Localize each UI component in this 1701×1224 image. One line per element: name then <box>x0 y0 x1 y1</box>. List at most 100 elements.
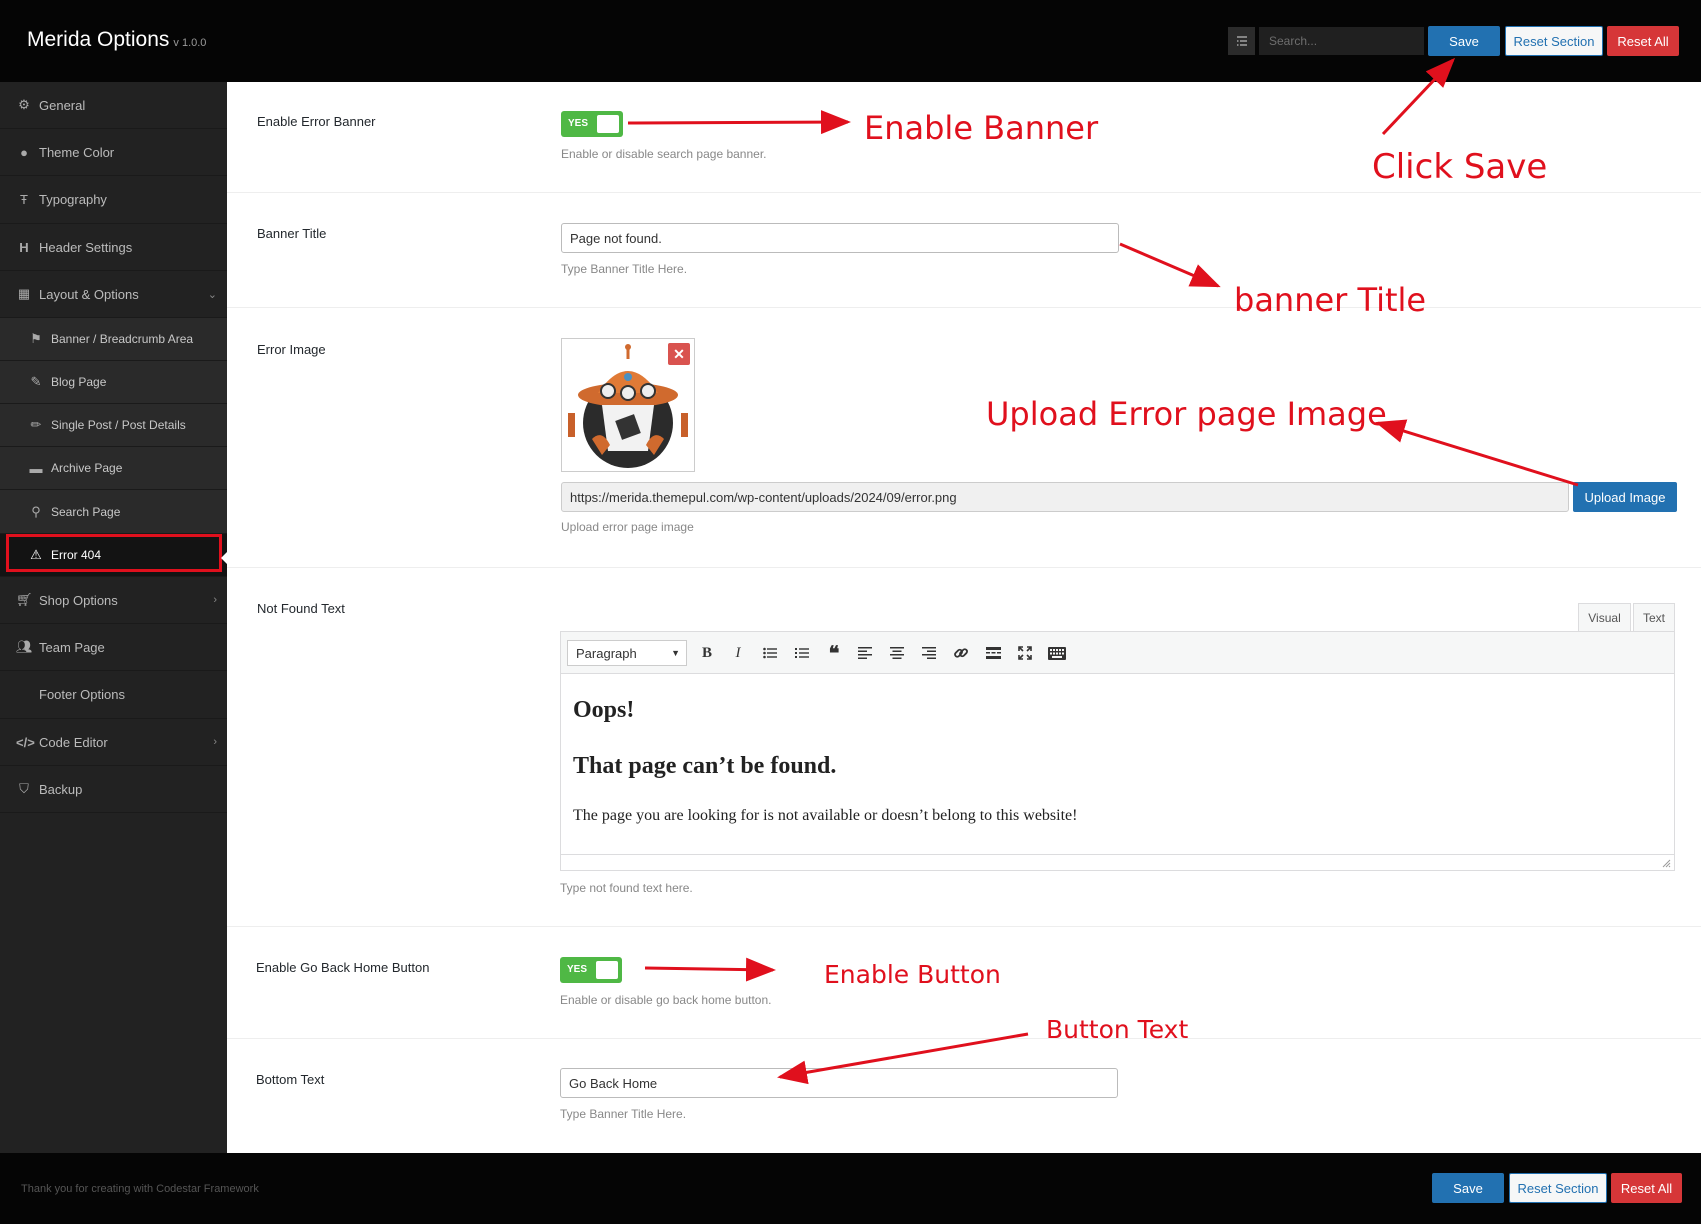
sidebar-subitem-blog-page[interactable]: ✎ Blog Page <box>0 361 227 404</box>
bottom-text-input[interactable] <box>560 1068 1118 1098</box>
resize-handle-icon[interactable] <box>1661 858 1671 868</box>
upload-image-button[interactable]: Upload Image <box>1573 482 1677 512</box>
insert-link-button[interactable] <box>949 642 973 664</box>
heading-icon: H <box>19 239 29 255</box>
align-left-button[interactable] <box>853 642 877 664</box>
text-height-icon: Ŧ <box>20 192 28 207</box>
sidebar-item-team-page[interactable]: 👥︎ Team Page <box>0 624 227 671</box>
annotation-enable-banner: Enable Banner <box>864 109 1099 147</box>
blockquote-button[interactable]: ❝ <box>822 642 846 665</box>
toggle-knob <box>596 961 618 979</box>
annotation-button-text: Button Text <box>1046 1015 1189 1044</box>
chevron-right-icon: › <box>213 594 217 606</box>
footer-credit: Thank you for creating with Codestar Fra… <box>21 1183 259 1195</box>
sidebar-item-label: Code Editor <box>39 734 108 750</box>
sidebar-item-label: Typography <box>39 192 107 207</box>
divider <box>227 192 1701 193</box>
sidebar-subitem-single-post[interactable]: ✏ Single Post / Post Details <box>0 404 227 447</box>
numbered-list-icon <box>795 648 809 658</box>
format-select[interactable]: Paragraph ▼ <box>567 640 687 666</box>
enable-go-back-toggle[interactable]: YES <box>560 957 622 983</box>
field-desc: Type Banner Title Here. <box>560 1107 687 1121</box>
format-select-value: Paragraph <box>576 645 637 661</box>
sidebar-item-label: Search Page <box>51 504 121 519</box>
editor-toolbar: Paragraph ▼ B I ❝ <box>561 632 1674 674</box>
sidebar-item-footer-options[interactable]: Footer Options <box>0 671 227 719</box>
tab-text[interactable]: Text <box>1633 603 1675 632</box>
rich-text-editor[interactable]: Paragraph ▼ B I ❝ Oops! That page can’t … <box>560 631 1675 871</box>
sidebar-item-backup[interactable]: ⛉ Backup <box>0 766 227 813</box>
align-right-button[interactable] <box>917 642 941 664</box>
link-icon <box>954 648 968 658</box>
fullscreen-icon <box>1018 646 1032 660</box>
users-icon: 👥︎ <box>16 639 33 654</box>
palette-icon: ● <box>20 144 28 160</box>
sidebar-item-code-editor[interactable]: </> Code Editor › <box>0 719 227 766</box>
gears-icon: ⚙ <box>18 97 30 112</box>
flag-icon: ⚑ <box>30 331 42 346</box>
field-title-not-found-text: Not Found Text <box>257 601 345 616</box>
error-image-url-input[interactable] <box>561 482 1569 512</box>
toolbar-toggle-button[interactable] <box>1045 642 1069 664</box>
fullscreen-button[interactable] <box>1013 642 1037 664</box>
reset-section-button[interactable]: Reset Section <box>1505 26 1603 56</box>
field-desc: Upload error page image <box>561 520 694 534</box>
brand-title: Merida Options <box>27 28 170 51</box>
sidebar-item-layout-options[interactable]: ▦ Layout & Options ⌄ <box>0 271 227 318</box>
footer-reset-section-button[interactable]: Reset Section <box>1509 1173 1607 1203</box>
pencil-icon: ✏ <box>30 417 42 432</box>
expand-all-button[interactable] <box>1228 27 1255 55</box>
sidebar-item-shop-options[interactable]: 🛒︎ Shop Options › <box>0 577 227 624</box>
search-input[interactable] <box>1259 27 1424 55</box>
sidebar-item-label: Shop Options <box>39 592 118 608</box>
sidebar-item-general[interactable]: ⚙ General <box>0 82 227 129</box>
toggle-knob <box>597 115 619 133</box>
close-icon: ✕ <box>673 345 685 362</box>
annotation-banner-title: banner Title <box>1234 281 1427 319</box>
footer: Thank you for creating with Codestar Fra… <box>0 1153 1701 1224</box>
code-icon: </> <box>16 734 35 750</box>
numbered-list-button[interactable] <box>790 642 814 664</box>
editor-heading-1: Oops! <box>573 697 635 723</box>
reset-all-button[interactable]: Reset All <box>1607 26 1679 56</box>
editor-status-bar <box>561 854 1674 870</box>
editor-content[interactable]: Oops! That page can’t be found. The page… <box>561 675 1674 855</box>
search-icon: ⚲ <box>31 503 41 519</box>
sidebar-item-typography[interactable]: Ŧ Typography <box>0 176 227 224</box>
sidebar-item-header-settings[interactable]: H Header Settings <box>0 224 227 271</box>
field-title-error-image: Error Image <box>257 342 326 357</box>
sidebar-subitem-search-page[interactable]: ⚲ Search Page <box>0 490 227 534</box>
sidebar-item-label: Banner / Breadcrumb Area <box>51 332 194 346</box>
version-label: v 1.0.0 <box>173 37 207 49</box>
align-center-button[interactable] <box>885 642 909 664</box>
sidebar-item-label: Header Settings <box>39 239 133 255</box>
bold-button[interactable]: B <box>695 642 719 664</box>
read-more-button[interactable] <box>981 642 1005 664</box>
save-button[interactable]: Save <box>1428 26 1500 56</box>
enable-error-banner-toggle[interactable]: YES <box>561 111 623 137</box>
tab-visual[interactable]: Visual <box>1578 603 1631 632</box>
bullet-list-button[interactable] <box>758 642 782 664</box>
edit-icon: ✎ <box>30 374 42 389</box>
sidebar-item-label: Layout & Options <box>39 286 139 302</box>
banner-title-input[interactable] <box>561 223 1119 253</box>
field-title-enable-error-banner: Enable Error Banner <box>257 114 376 129</box>
sidebar-subitem-archive-page[interactable]: ▬ Archive Page <box>0 447 227 490</box>
footer-save-button[interactable]: Save <box>1432 1173 1504 1203</box>
field-desc: Type Banner Title Here. <box>561 262 688 276</box>
sidebar-item-theme-color[interactable]: ● Theme Color <box>0 129 227 176</box>
field-desc: Enable or disable go back home button. <box>560 993 772 1007</box>
footer-reset-all-button[interactable]: Reset All <box>1611 1173 1682 1203</box>
divider <box>227 926 1701 927</box>
remove-image-button[interactable]: ✕ <box>668 343 690 365</box>
toggle-label: YES <box>567 964 588 975</box>
active-item-highlight <box>6 534 222 572</box>
annotation-click-save: Click Save <box>1372 147 1548 187</box>
field-title-banner-title: Banner Title <box>257 226 327 241</box>
align-center-icon <box>890 647 904 659</box>
sidebar-subitem-banner-breadcrumb[interactable]: ⚑ Banner / Breadcrumb Area <box>0 318 227 361</box>
quote-icon: ❝ <box>828 642 840 665</box>
bullet-list-icon <box>763 647 777 659</box>
italic-button[interactable]: I <box>726 642 750 664</box>
sidebar-item-label: Theme Color <box>39 144 115 160</box>
